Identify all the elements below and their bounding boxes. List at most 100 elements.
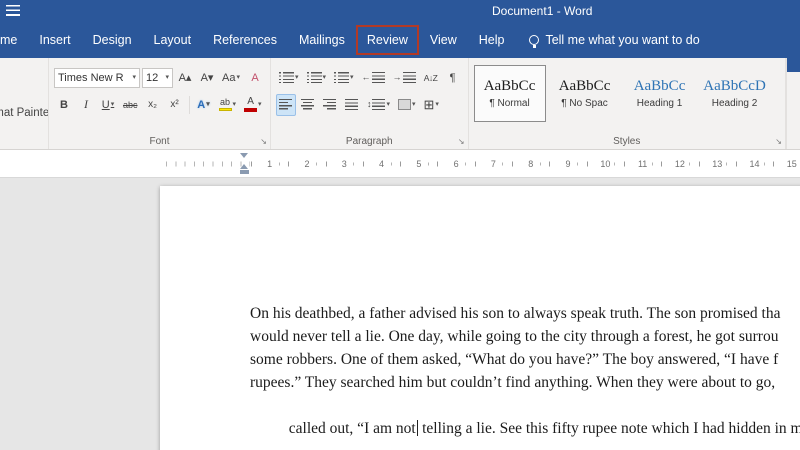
ribbon-tab[interactable]: Layout [143, 22, 203, 58]
style-label: ¶ No Spac [561, 98, 608, 109]
hanging-indent-marker[interactable] [240, 164, 248, 169]
window-title: Document1 - Word [492, 4, 592, 18]
align-right-button[interactable] [320, 94, 340, 116]
bold-button[interactable]: B [54, 94, 74, 116]
text-line: some robbers. One of them asked, “What d… [250, 348, 800, 371]
ruler-tick: 1 [251, 150, 288, 177]
ribbon-tab-row: Home Insert Design Layout References [0, 22, 800, 58]
clipboard-group: Format Painter [0, 58, 49, 149]
align-center-button[interactable] [298, 94, 318, 116]
ribbon-tab-label: Layout [154, 33, 192, 47]
tell-me-box[interactable]: Tell me what you want to do [529, 33, 699, 47]
style-item[interactable]: AaBbCcD Heading 2 [699, 65, 771, 122]
paragraph-dialog-launcher[interactable]: ↘ [458, 138, 465, 146]
ribbon-tab[interactable]: Mailings [288, 22, 356, 58]
document-page[interactable]: On his deathbed, a father advised his so… [160, 186, 800, 450]
italic-button[interactable]: I [76, 94, 96, 116]
borders-button[interactable]: ⊞ ▾ [421, 94, 442, 116]
chevron-down-icon: ▾ [165, 74, 169, 81]
title-bar: Document1 - Word [0, 0, 800, 22]
ribbon-tab[interactable]: Help [468, 22, 516, 58]
numbering-button[interactable]: ▾ [304, 67, 330, 89]
font-dialog-launcher[interactable]: ↘ [260, 138, 267, 146]
decrease-indent-button[interactable]: ← [359, 67, 388, 89]
chevron-down-icon: ▾ [132, 74, 136, 81]
ribbon-tab-label: References [213, 33, 277, 47]
text-lines: On his deathbed, a father advised his so… [250, 302, 800, 394]
text-effects-button[interactable]: A ▾ [194, 94, 214, 116]
word-window: Document1 - Word Home Insert Design Layo… [0, 0, 800, 450]
change-case-button[interactable]: Aa ▾ [219, 67, 243, 89]
ribbon-scroll-button[interactable] [787, 58, 800, 72]
strikethrough-button[interactable]: abc [120, 94, 141, 116]
shading-button[interactable]: ▾ [395, 94, 419, 116]
justify-button[interactable] [342, 94, 362, 116]
format-painter-button[interactable]: Format Painter [0, 107, 49, 119]
highlight-color-button[interactable]: ab ▾ [216, 94, 240, 116]
ruler-tick: 13 [699, 150, 736, 177]
menu-icon[interactable] [6, 5, 20, 16]
underline-button[interactable]: U ▾ [98, 94, 118, 116]
ribbon-tab[interactable]: References [202, 22, 288, 58]
ruler-tick: 12 [661, 150, 698, 177]
ribbon-tab[interactable]: Review [356, 25, 419, 55]
increase-indent-button[interactable]: → [390, 67, 419, 89]
show-marks-button[interactable]: ¶ [443, 67, 463, 89]
clear-formatting-button[interactable]: A [245, 67, 265, 89]
style-item[interactable]: AaBbCc Heading 1 [624, 65, 696, 122]
divider [189, 96, 190, 114]
font-size-combo[interactable]: 12 ▾ [142, 68, 173, 88]
line-spacing-button[interactable]: ↕ ▾ [364, 94, 393, 116]
ruler-scale: 1 2 3 4 5 6 7 8 9 10 11 12 [251, 150, 800, 177]
multilevel-list-button[interactable]: ▾ [331, 67, 357, 89]
indent-icon [372, 72, 385, 83]
styles-gallery: AaBbCc ¶ Normal AaBbCc ¶ No Spac AaBbCc … [474, 64, 780, 122]
ruler-tick: 14 [736, 150, 773, 177]
font-color-button[interactable]: A ▾ [241, 94, 265, 116]
font-name-combo[interactable]: Times New R ▾ [54, 68, 140, 88]
sort-button[interactable]: A↓Z [421, 67, 441, 89]
text-line: On his deathbed, a father advised his so… [250, 302, 800, 325]
ruler-tick: 10 [587, 150, 624, 177]
subscript-button[interactable]: x₂ [143, 94, 163, 116]
first-line-indent-marker[interactable] [240, 153, 248, 158]
ribbon-tab[interactable]: Design [82, 22, 143, 58]
style-item[interactable]: AaBbCc ¶ No Spac [549, 65, 621, 122]
ruler-tick: 9 [549, 150, 586, 177]
ruler-tick: 4 [363, 150, 400, 177]
style-item[interactable]: AaBbCc ¶ Normal [474, 65, 546, 122]
ribbon-tab[interactable]: Home [0, 22, 28, 58]
indent-icon [403, 72, 416, 83]
bullet-list-icon [279, 72, 294, 83]
ribbon-tab[interactable]: View [419, 22, 468, 58]
ruler-tick: 6 [437, 150, 474, 177]
ribbon-tab[interactable]: Insert [28, 22, 81, 58]
highlight-swatch [219, 108, 232, 112]
align-left-button[interactable] [276, 94, 296, 116]
document-area: On his deathbed, a father advised his so… [0, 178, 800, 450]
grow-font-button[interactable]: A▴ [175, 67, 195, 89]
ribbon-tab-label: Review [367, 33, 408, 47]
chevron-down-icon: ▾ [258, 101, 262, 108]
ribbon: Format Painter Times New R ▾ 12 ▾ A▴ A▾ … [0, 58, 800, 150]
shrink-font-button[interactable]: A▾ [197, 67, 217, 89]
ribbon-tab-label: Help [479, 33, 505, 47]
superscript-button[interactable]: x² [165, 94, 185, 116]
align-right-icon [323, 99, 336, 110]
bullets-button[interactable]: ▾ [276, 67, 302, 89]
horizontal-ruler[interactable]: 1 2 3 4 5 6 7 8 9 10 11 12 [0, 150, 800, 178]
lightbulb-icon [529, 35, 539, 45]
style-label: Heading 2 [712, 98, 758, 109]
text-line: would never tell a lie. One day, while g… [250, 325, 800, 348]
chevron-down-icon: ▾ [233, 101, 237, 108]
align-center-icon [301, 99, 314, 110]
chevron-down-icon: ▾ [386, 101, 390, 108]
ruler-margin-ticks [166, 161, 250, 166]
chevron-down-icon: ▾ [111, 101, 115, 108]
styles-dialog-launcher[interactable]: ↘ [775, 138, 782, 146]
multilevel-list-icon [334, 72, 349, 83]
chevron-down-icon: ▾ [206, 101, 210, 108]
shading-icon [398, 99, 411, 110]
format-painter-label: Format Painter [0, 107, 49, 119]
left-indent-marker[interactable] [240, 170, 249, 174]
